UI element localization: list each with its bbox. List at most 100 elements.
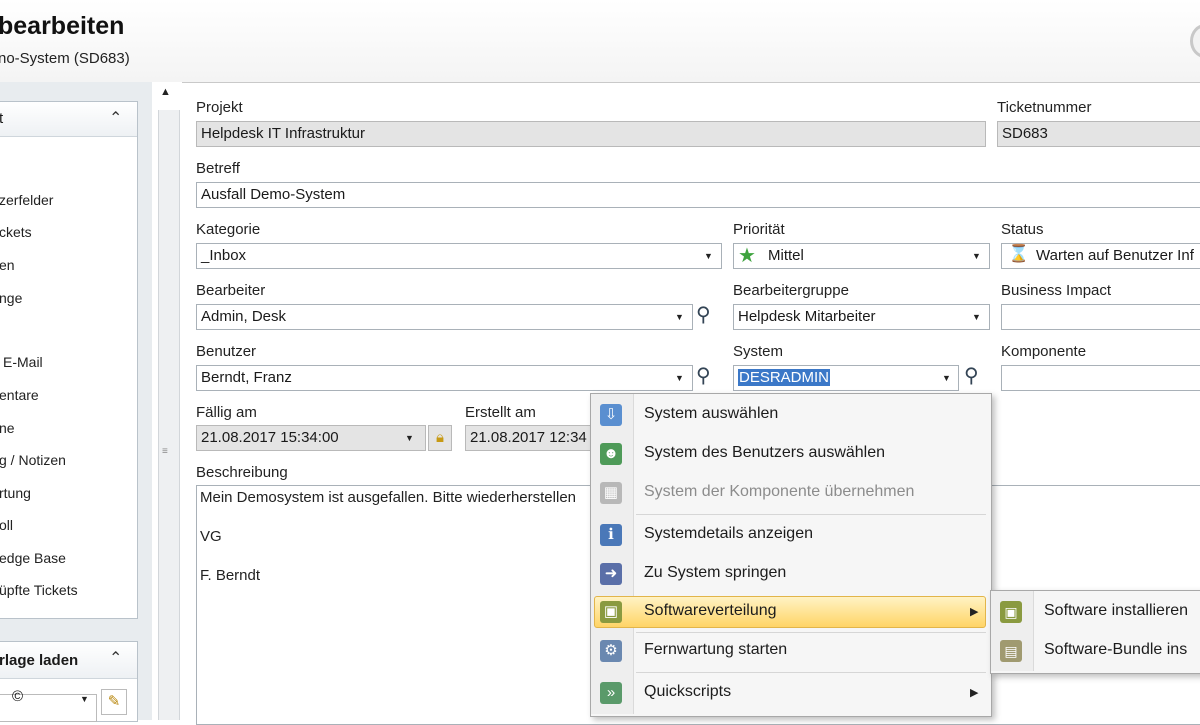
ticketnummer-label: Ticketnummer [997,99,1092,116]
scroll-up-icon[interactable]: ▲ [160,86,171,98]
nav-item[interactable]: üpfte Tickets [0,582,78,598]
bearbeitergruppe-label: Bearbeitergruppe [733,282,849,299]
system-select[interactable]: DESRADMIN [733,365,959,391]
magic-wand-icon[interactable]: ✎ [101,689,127,715]
nav-item[interactable]: entare [0,387,39,403]
system-value: DESRADMIN [738,369,831,386]
dropdown-arrow-icon[interactable]: ▼ [675,312,684,322]
beschreibung-label: Beschreibung [196,464,288,481]
system-label: System [733,343,784,360]
menu-item-systemdetails[interactable]: Systemdetails anzeigen [644,525,813,543]
dropdown-arrow-icon[interactable]: ▼ [972,251,981,261]
komponente-label: Komponente [1001,343,1087,360]
dropdown-arrow-icon[interactable]: ▼ [80,694,89,704]
jump-to-system-icon: ➜ [600,563,622,585]
komponente-field[interactable] [1001,365,1200,391]
quickscripts-icon: » [600,682,622,704]
select-system-icon: ⇩ [600,404,622,426]
dropdown-arrow-icon[interactable]: ▼ [704,251,713,261]
kategorie-label: Kategorie [196,221,261,238]
template-box-header[interactable]: rlage laden ⌃ [0,642,137,679]
search-icon[interactable]: ⚲ [696,363,711,388]
install-bundle-icon: ▤ [1000,640,1022,662]
menu-item-system-auswaehlen[interactable]: System auswählen [644,405,778,423]
navigation-box: t ⌃ zerfelder ckets en nge E-Mail entare… [0,101,138,619]
benutzer-select[interactable]: Berndt, Franz [196,365,693,391]
bearbeiter-select[interactable]: Admin, Desk [196,304,693,330]
business-impact-label: Business Impact [1001,282,1112,299]
description-line: VG [200,528,222,545]
submenu-arrow-icon: ▶ [970,606,979,618]
dropdown-arrow-icon[interactable]: ▼ [942,373,951,383]
submenu-arrow-icon: ▶ [970,687,979,699]
nav-item[interactable]: ne [0,420,15,436]
betreff-label: Betreff [196,160,240,177]
betreff-field[interactable]: Ausfall Demo-System [196,182,1200,208]
projekt-label: Projekt [196,99,243,116]
prioritaet-select[interactable]: Mittel [733,243,990,269]
collapse-chevron-icon[interactable]: ⌃ [109,108,122,128]
window-subtitle: no-System (SD683) [0,50,130,67]
nav-item[interactable]: g / Notizen [0,452,66,468]
window-header [0,0,1200,83]
menu-item-software-installieren[interactable]: Software installieren [1044,602,1188,620]
star-icon: ★ [738,245,756,267]
dropdown-arrow-icon[interactable]: ▼ [675,373,684,383]
install-software-icon: ▣ [1000,601,1022,623]
navigation-box-title: t [0,110,4,127]
erstellt-am-label: Erstellt am [465,404,536,421]
menu-separator [636,632,986,633]
faellig-am-field[interactable]: 21.08.2017 15:34:00 [196,425,426,451]
menu-item-quickscripts[interactable]: Quickscripts [644,683,731,701]
prioritaet-label: Priorität [733,221,785,238]
window-title: bearbeiten [0,12,125,40]
ticketnummer-field[interactable]: SD683 [997,121,1200,147]
lock-icon[interactable]: 🔒︎ [428,425,452,451]
menu-item-zu-system-springen[interactable]: Zu System springen [644,564,786,582]
user-system-icon: ☻ [600,443,622,465]
navigation-box-header[interactable]: t ⌃ [0,102,137,137]
context-menu-icon-strip [591,394,634,714]
collapse-chevron-icon[interactable]: ⌃ [109,648,122,668]
scrollbar[interactable] [158,110,180,720]
projekt-field[interactable]: Helpdesk IT Infrastruktur [196,121,986,147]
kategorie-select[interactable]: _Inbox [196,243,722,269]
nav-item[interactable]: en [0,257,15,273]
dropdown-arrow-icon[interactable]: ▼ [405,433,414,443]
menu-separator [636,514,986,515]
nav-item[interactable]: nge [0,290,22,306]
nav-item[interactable]: oll [0,517,13,533]
menu-item-software-bundle[interactable]: Software-Bundle ins [1044,641,1187,659]
system-details-icon: ℹ [600,524,622,546]
erstellt-am-field[interactable]: 21.08.2017 12:34 [465,425,595,451]
remote-maintenance-icon: ⚙ [600,640,622,662]
status-select[interactable]: Warten auf Benutzer Inf [1001,243,1200,269]
menu-separator [636,672,986,673]
business-impact-field[interactable] [1001,304,1200,330]
bearbeitergruppe-select[interactable]: Helpdesk Mitarbeiter [733,304,990,330]
hourglass-icon: ⌛ [1008,244,1030,263]
search-icon[interactable]: ⚲ [696,302,711,327]
menu-item-system-des-benutzers[interactable]: System des Benutzers auswählen [644,444,885,462]
software-distribution-icon: ▣ [600,601,622,623]
component-system-icon: ▦ [600,482,622,504]
nav-item[interactable]: E-Mail [3,354,43,370]
nav-item[interactable]: edge Base [0,550,66,566]
faellig-am-label: Fällig am [196,404,257,421]
search-icon[interactable]: ⚲ [964,363,979,388]
bearbeiter-label: Bearbeiter [196,282,266,299]
menu-item-fernwartung[interactable]: Fernwartung starten [644,641,787,659]
nav-item[interactable]: zerfelder [0,192,53,208]
nav-item[interactable]: ckets [0,224,32,240]
copyright-icon: © [12,688,24,705]
dropdown-arrow-icon[interactable]: ▼ [972,312,981,322]
nav-item[interactable]: rtung [0,485,31,501]
description-line: F. Berndt [200,567,261,584]
splitter-grip-icon[interactable]: ≡ [162,446,168,457]
benutzer-label: Benutzer [196,343,257,360]
description-line: Mein Demosystem ist ausgefallen. Bitte w… [200,489,577,506]
template-box-title: rlage laden [0,652,79,669]
menu-item-softwareverteilung[interactable]: Softwareverteilung [644,602,777,620]
menu-item-system-der-komponente: System der Komponente übernehmen [644,483,915,500]
context-menu [590,393,992,717]
